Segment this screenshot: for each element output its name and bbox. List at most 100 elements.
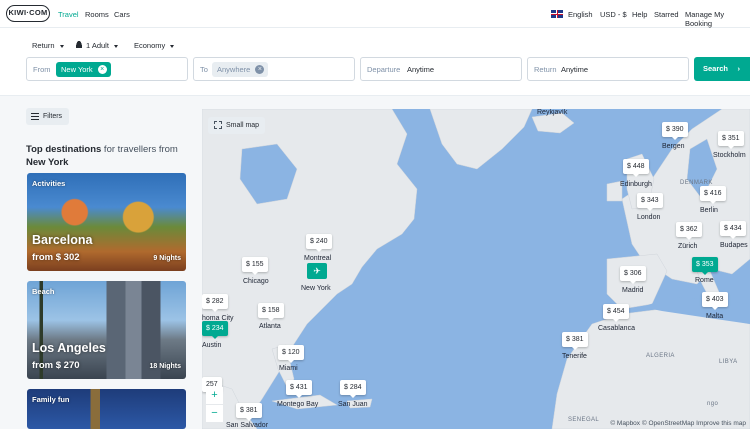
origin-value: New York [61,65,93,74]
nav-travel[interactable]: Travel [58,10,79,19]
to-label: To [200,65,208,74]
card-tag: Family fun [32,395,70,404]
price-marker-san-juan[interactable]: $ 284 [340,380,366,398]
departure-value: Anytime [407,65,435,74]
label-madrid: Madrid [622,287,644,294]
label-austin: Austin [202,342,222,349]
label-berlin: Berlin [700,207,718,214]
departure-field[interactable]: Departure Anytime [360,57,522,81]
map-land [202,109,750,429]
price-marker-bergen[interactable]: $ 390 [662,122,688,140]
title-strong: Top destinations [26,144,102,155]
nav-cars[interactable]: Cars [114,10,130,19]
card-nights: 9 Nights [153,255,181,262]
origin-airport-pin[interactable]: ✈ [307,263,327,279]
label-edinburgh: Edinburgh [620,181,652,188]
search-button-label: Search [703,64,729,73]
person-icon [76,41,82,48]
starred-link[interactable]: Starred [654,10,679,19]
price-marker-madrid[interactable]: $ 306 [620,266,646,284]
return-value: Anytime [561,65,589,74]
language-selector[interactable]: English [568,10,593,19]
label-budapest: Budapes [720,242,748,249]
price-marker-rome[interactable]: $ 353 [692,257,718,275]
trip-type-select[interactable]: Return [32,41,64,50]
origin-chip[interactable]: New York × [56,62,111,77]
price-marker-montego-bay[interactable]: $ 431 [286,380,312,398]
map-attribution[interactable]: © Mapbox © OpenStreetMap Improve this ma… [610,420,746,427]
price-marker-london[interactable]: $ 343 [637,193,663,211]
destination-card-barcelona[interactable]: Activities Barcelona from $ 302 9 Nights [27,173,186,271]
card-city: Los Angeles [32,341,106,355]
destination-chip[interactable]: Anywhere × [212,62,269,77]
price-marker-malta[interactable]: $ 403 [702,292,728,310]
price-marker-budapest[interactable]: $ 434 [720,221,746,239]
top-destinations-title: Top destinations for travellers from New… [26,143,191,169]
price-marker-edinburgh[interactable]: $ 448 [623,159,649,177]
label-atlanta: Atlanta [259,323,281,330]
chevron-down-icon [59,44,64,48]
zoom-out-button[interactable]: − [206,405,223,422]
cabin-label: Economy [134,41,166,50]
trip-type-label: Return [32,41,55,50]
label-zurich: Zürich [678,243,698,250]
destinations-map[interactable]: Small map Reykjavík Bergen Stockholm Edi… [202,109,750,429]
card-price: from $ 270 [32,360,80,371]
label-algeria: ALGERIA [646,353,675,359]
card-tag: Activities [32,179,66,188]
label-miami: Miami [279,365,298,372]
small-map-button[interactable]: Small map [208,117,266,134]
price-marker-chicago[interactable]: $ 155 [242,257,268,275]
label-new-york: New York [301,285,331,292]
top-navigation: KIWI·COM Travel Rooms Cars English USD -… [0,0,750,28]
close-icon[interactable]: × [97,65,107,74]
destination-card-los-angeles[interactable]: Beach Los Angeles from $ 270 18 Nights [27,281,186,379]
chevron-down-icon [113,44,118,48]
label-senegal: SENEGAL [568,417,600,423]
shrink-map-icon [214,121,222,129]
chevron-down-icon [170,44,175,48]
label-reykjavik: Reykjavík [537,109,568,116]
passengers-label: 1 Adult [86,41,109,50]
currency-selector[interactable]: USD - $ [600,10,627,19]
return-label: Return [534,65,557,74]
price-marker-montreal[interactable]: $ 240 [306,234,332,252]
price-marker-austin[interactable]: $ 234 [202,321,228,339]
price-marker-tenerife[interactable]: $ 381 [562,332,588,350]
destination-card-family-fun[interactable]: Family fun [27,389,186,429]
cabin-select[interactable]: Economy [134,41,175,50]
help-link[interactable]: Help [632,10,647,19]
price-marker-miami[interactable]: $ 120 [278,345,304,363]
filters-button[interactable]: Filters [26,108,69,125]
price-marker-stockholm[interactable]: $ 351 [718,131,744,149]
destination-value: Anywhere [217,65,251,74]
price-marker-oklahoma[interactable]: $ 282 [202,294,228,312]
title-light: for travellers from [101,144,178,155]
label-chicago: Chicago [243,278,269,285]
from-field[interactable]: From New York × [26,57,188,81]
price-marker-zurich[interactable]: $ 362 [676,222,702,240]
price-marker-san-salvador[interactable]: $ 381 [236,403,262,421]
label-bergen: Bergen [662,143,685,150]
label-rome: Rome [695,277,714,284]
card-nights: 18 Nights [149,363,181,370]
card-price: from $ 302 [32,252,80,263]
label-malta: Malta [706,313,724,320]
zoom-in-button[interactable]: + [206,387,223,404]
price-marker-casablanca[interactable]: $ 454 [603,304,629,322]
card-tag: Beach [32,287,55,296]
uk-flag-icon[interactable] [551,10,563,18]
filters-icon [31,113,39,120]
price-marker-berlin[interactable]: $ 416 [700,186,726,204]
price-marker-atlanta[interactable]: $ 158 [258,303,284,321]
nav-rooms[interactable]: Rooms [85,10,109,19]
card-city: Barcelona [32,233,93,247]
kiwi-logo[interactable]: KIWI·COM [6,5,50,22]
to-field[interactable]: To Anywhere × [193,57,355,81]
manage-booking-link[interactable]: Manage My Booking [685,10,750,28]
label-london: London [637,214,661,221]
passengers-select[interactable]: 1 Adult [76,41,118,50]
return-field[interactable]: Return Anytime [527,57,689,81]
search-button[interactable]: Search › [694,57,750,81]
close-icon[interactable]: × [255,65,265,74]
